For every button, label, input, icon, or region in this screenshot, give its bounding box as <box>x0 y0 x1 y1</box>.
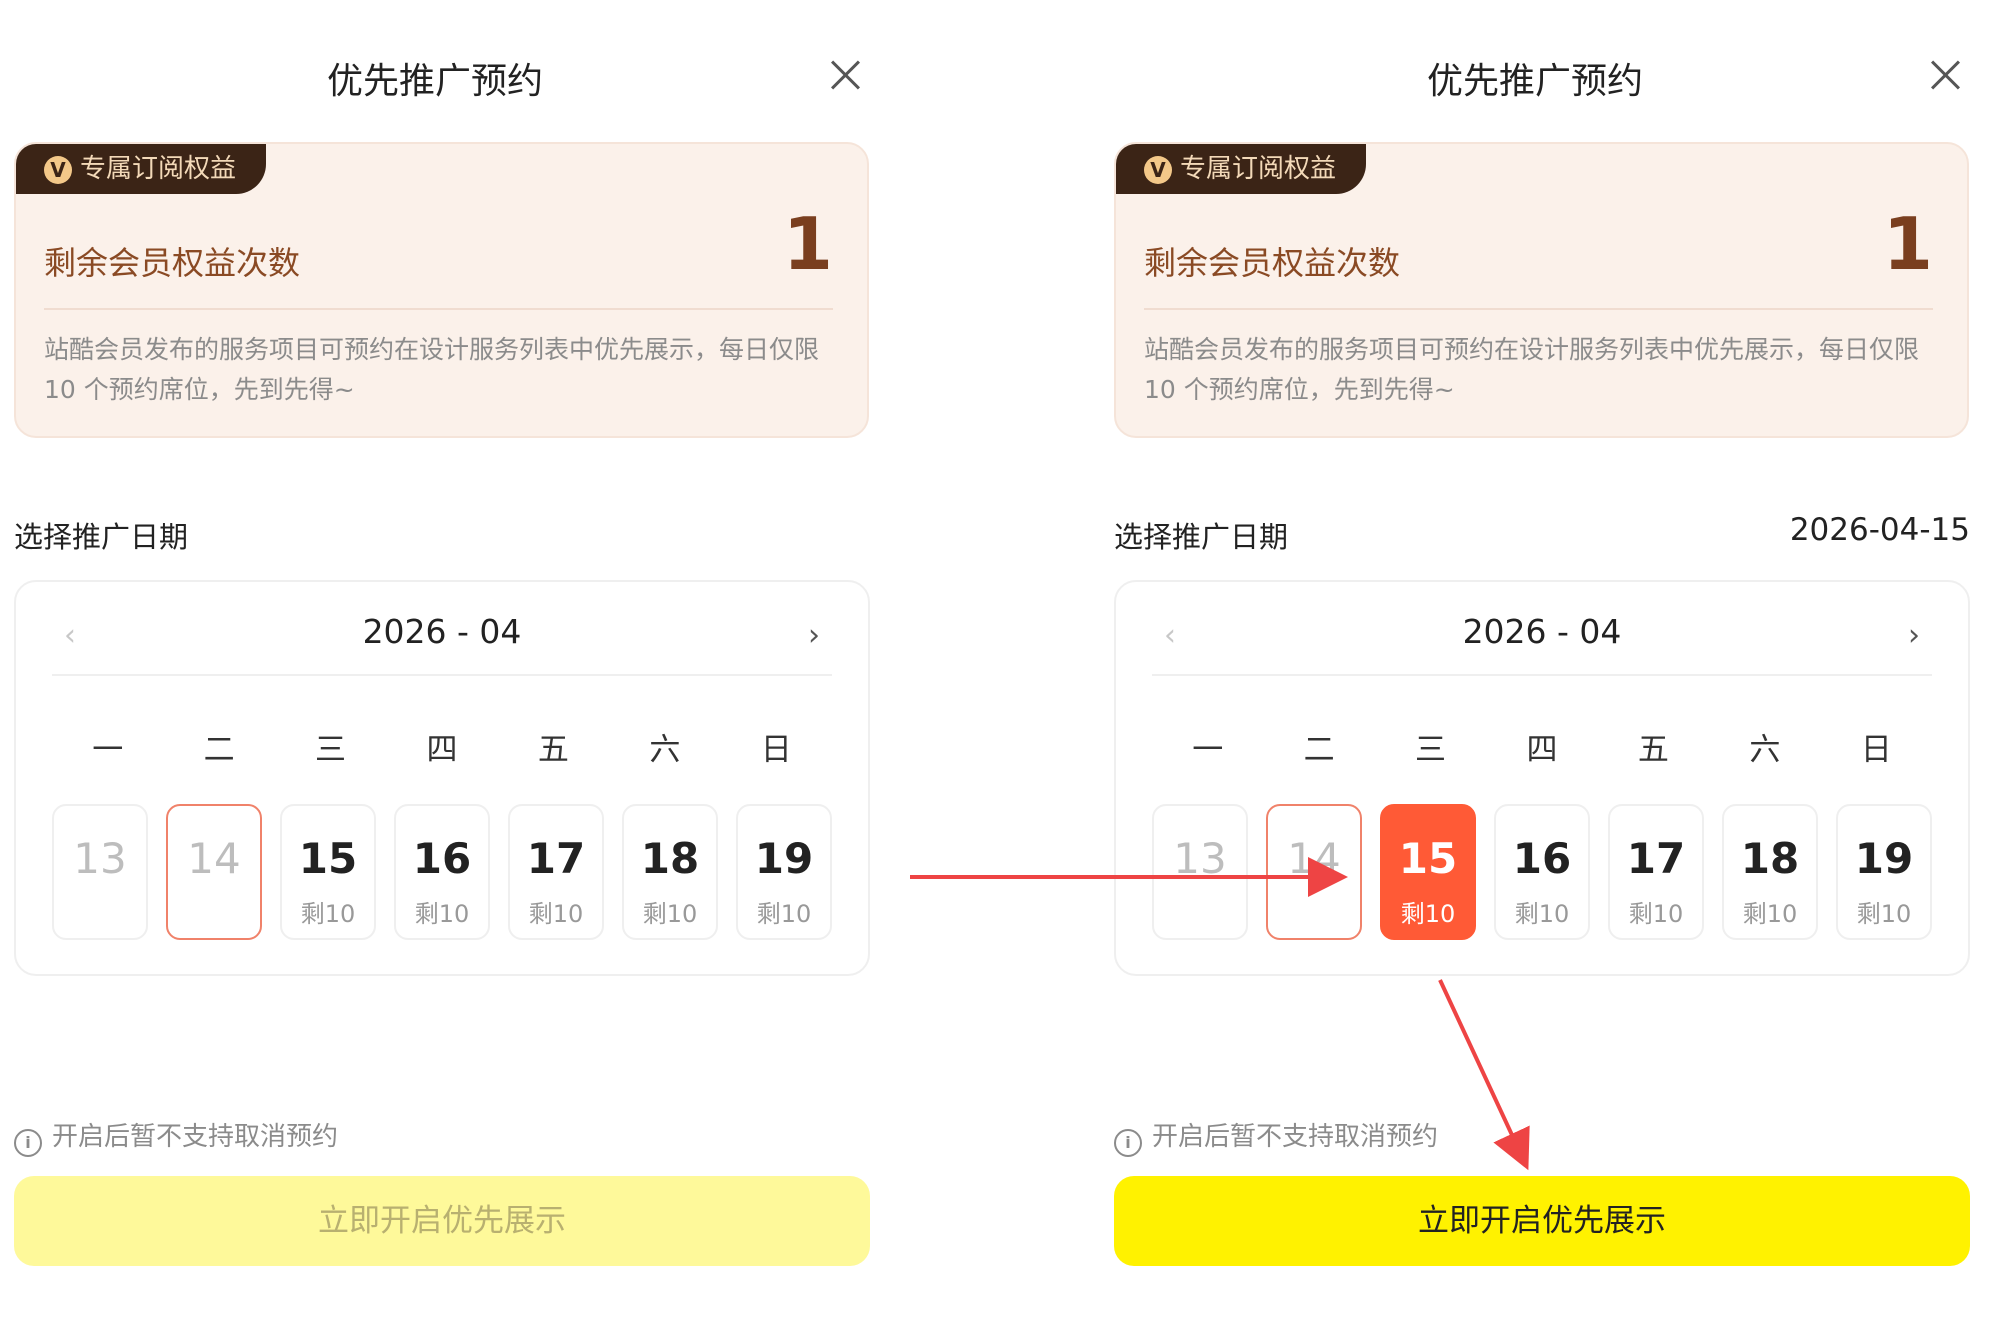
day-row: 13 14 15 剩10 16 剩10 17 剩10 18 剩10 19 剩10 <box>52 804 832 940</box>
day-cell-18[interactable]: 18 剩10 <box>622 804 718 940</box>
weekday-label: 五 <box>1637 732 1669 768</box>
day-slots-left: 剩10 <box>528 900 584 928</box>
weekday-header: 一 二 三 四 五 六 日 <box>52 724 832 769</box>
weekday-label: 六 <box>649 732 681 768</box>
chevron-right-icon[interactable]: › <box>808 616 820 656</box>
chevron-right-icon[interactable]: › <box>1908 616 1920 656</box>
day-slots-left: 剩10 <box>300 900 356 928</box>
cancel-notice-text: 开启后暂不支持取消预约 <box>1152 1122 1439 1152</box>
info-icon: i <box>1114 1129 1142 1157</box>
day-number: 19 <box>1854 834 1914 883</box>
weekday-label: 五 <box>537 732 569 768</box>
benefit-description: 站酷会员发布的服务项目可预约在设计服务列表中优先展示，每日仅限 10 个预约席位… <box>1144 335 1920 404</box>
cancel-notice: i 开启后暂不支持取消预约 <box>1114 1116 1438 1157</box>
day-cell-13: 13 <box>52 804 148 940</box>
subscription-badge: V 专属订阅权益 <box>16 144 267 194</box>
weekday-label: 日 <box>1860 732 1892 768</box>
info-icon: i <box>14 1129 42 1157</box>
membership-benefit-card: V 专属订阅权益 剩余会员权益次数 1 站酷会员发布的服务项目可预约在设计服务列表… <box>14 142 869 438</box>
day-slots-left: 剩10 <box>1628 900 1684 928</box>
weekday-label: 三 <box>315 732 347 768</box>
booking-panel-before: 优先推广预约 V 专属订阅权益 剩余会员权益次数 1 站酷会员发布的服务项目可预约… <box>0 0 870 1317</box>
day-slots-left: 剩10 <box>756 900 812 928</box>
start-priority-button[interactable]: 立即开启优先展示 <box>1114 1176 1970 1266</box>
calendar-divider <box>52 674 832 676</box>
day-cell-16[interactable]: 16 剩10 <box>394 804 490 940</box>
date-calendar: ‹ 2026 - 04 › 一 二 三 四 五 六 日 13 14 15 剩10 <box>14 580 870 976</box>
benefit-description: 站酷会员发布的服务项目可预约在设计服务列表中优先展示，每日仅限 10 个预约席位… <box>44 335 820 404</box>
weekday-label: 二 <box>203 732 235 768</box>
remaining-benefit-count: 1 <box>782 202 833 286</box>
weekday-label: 四 <box>426 732 458 768</box>
day-cell-14: 14 <box>166 804 262 940</box>
day-slots-left: 剩10 <box>414 900 470 928</box>
day-number: 13 <box>1173 834 1227 883</box>
calendar-divider <box>1152 674 1932 676</box>
weekday-label: 日 <box>760 732 792 768</box>
day-cell-18[interactable]: 18 剩10 <box>1722 804 1818 940</box>
dialog-title: 优先推广预约 <box>326 61 543 102</box>
weekday-label: 一 <box>1192 732 1224 768</box>
day-number: 15 <box>298 834 358 883</box>
day-number: 18 <box>1740 834 1800 883</box>
weekday-header: 一 二 三 四 五 六 日 <box>1152 724 1932 769</box>
calendar-month: 2026 - 04 <box>362 612 522 651</box>
day-row: 13 14 15 剩10 16 剩10 17 剩10 18 剩10 19 剩10 <box>1152 804 1932 940</box>
date-section-label: 选择推广日期 <box>14 520 189 554</box>
calendar-month: 2026 - 04 <box>1462 612 1622 651</box>
date-calendar: ‹ 2026 - 04 › 一 二 三 四 五 六 日 13 14 15 剩10 <box>1114 580 1970 976</box>
remaining-benefit-count: 1 <box>1882 202 1933 286</box>
badge-label: 专属订阅权益 <box>80 154 237 184</box>
selected-date: 2026-04-15 <box>1789 512 1970 548</box>
day-cell-15-selected[interactable]: 15 剩10 <box>1380 804 1476 940</box>
day-slots-left: 剩10 <box>1514 900 1570 928</box>
day-number: 19 <box>754 834 814 883</box>
day-number: 15 <box>1398 834 1458 883</box>
vip-v-icon: V <box>1144 156 1172 184</box>
day-slots-left: 剩10 <box>1400 900 1456 928</box>
day-cell-17[interactable]: 17 剩10 <box>1608 804 1704 940</box>
badge-label: 专属订阅权益 <box>1180 154 1337 184</box>
day-cell-14: 14 <box>1266 804 1362 940</box>
card-divider <box>1144 308 1933 310</box>
remaining-benefit-label: 剩余会员权益次数 <box>44 244 301 282</box>
cancel-notice: i 开启后暂不支持取消预约 <box>14 1116 338 1157</box>
day-number: 13 <box>73 834 127 883</box>
day-slots-left: 剩10 <box>1742 900 1798 928</box>
day-number: 18 <box>640 834 700 883</box>
day-number: 14 <box>1287 834 1341 883</box>
day-cell-16[interactable]: 16 剩10 <box>1494 804 1590 940</box>
dialog-title: 优先推广预约 <box>1426 61 1643 102</box>
subscription-badge: V 专属订阅权益 <box>1116 144 1367 194</box>
start-priority-button[interactable]: 立即开启优先展示 <box>14 1176 870 1266</box>
weekday-label: 三 <box>1415 732 1447 768</box>
day-number: 16 <box>1512 834 1572 883</box>
date-section-label: 选择推广日期 <box>1114 520 1289 554</box>
weekday-label: 六 <box>1749 732 1781 768</box>
membership-benefit-card: V 专属订阅权益 剩余会员权益次数 1 站酷会员发布的服务项目可预约在设计服务列表… <box>1114 142 1969 438</box>
booking-panel-after: 优先推广预约 V 专属订阅权益 剩余会员权益次数 1 站酷会员发布的服务项目可预约… <box>1100 0 1970 1317</box>
day-cell-15[interactable]: 15 剩10 <box>280 804 376 940</box>
day-number: 16 <box>412 834 472 883</box>
day-cell-19[interactable]: 19 剩10 <box>736 804 832 940</box>
card-divider <box>44 308 833 310</box>
vip-v-icon: V <box>44 156 72 184</box>
weekday-label: 二 <box>1303 732 1335 768</box>
day-slots-left: 剩10 <box>1856 900 1912 928</box>
weekday-label: 一 <box>92 732 124 768</box>
remaining-benefit-label: 剩余会员权益次数 <box>1144 244 1401 282</box>
day-cell-19[interactable]: 19 剩10 <box>1836 804 1932 940</box>
day-number: 17 <box>1626 834 1686 883</box>
day-cell-17[interactable]: 17 剩10 <box>508 804 604 940</box>
weekday-label: 四 <box>1526 732 1558 768</box>
day-number: 14 <box>187 834 241 883</box>
day-cell-13: 13 <box>1152 804 1248 940</box>
day-number: 17 <box>526 834 586 883</box>
close-icon[interactable] <box>824 54 868 98</box>
day-slots-left: 剩10 <box>642 900 698 928</box>
cancel-notice-text: 开启后暂不支持取消预约 <box>52 1122 339 1152</box>
close-icon[interactable] <box>1924 54 1968 98</box>
